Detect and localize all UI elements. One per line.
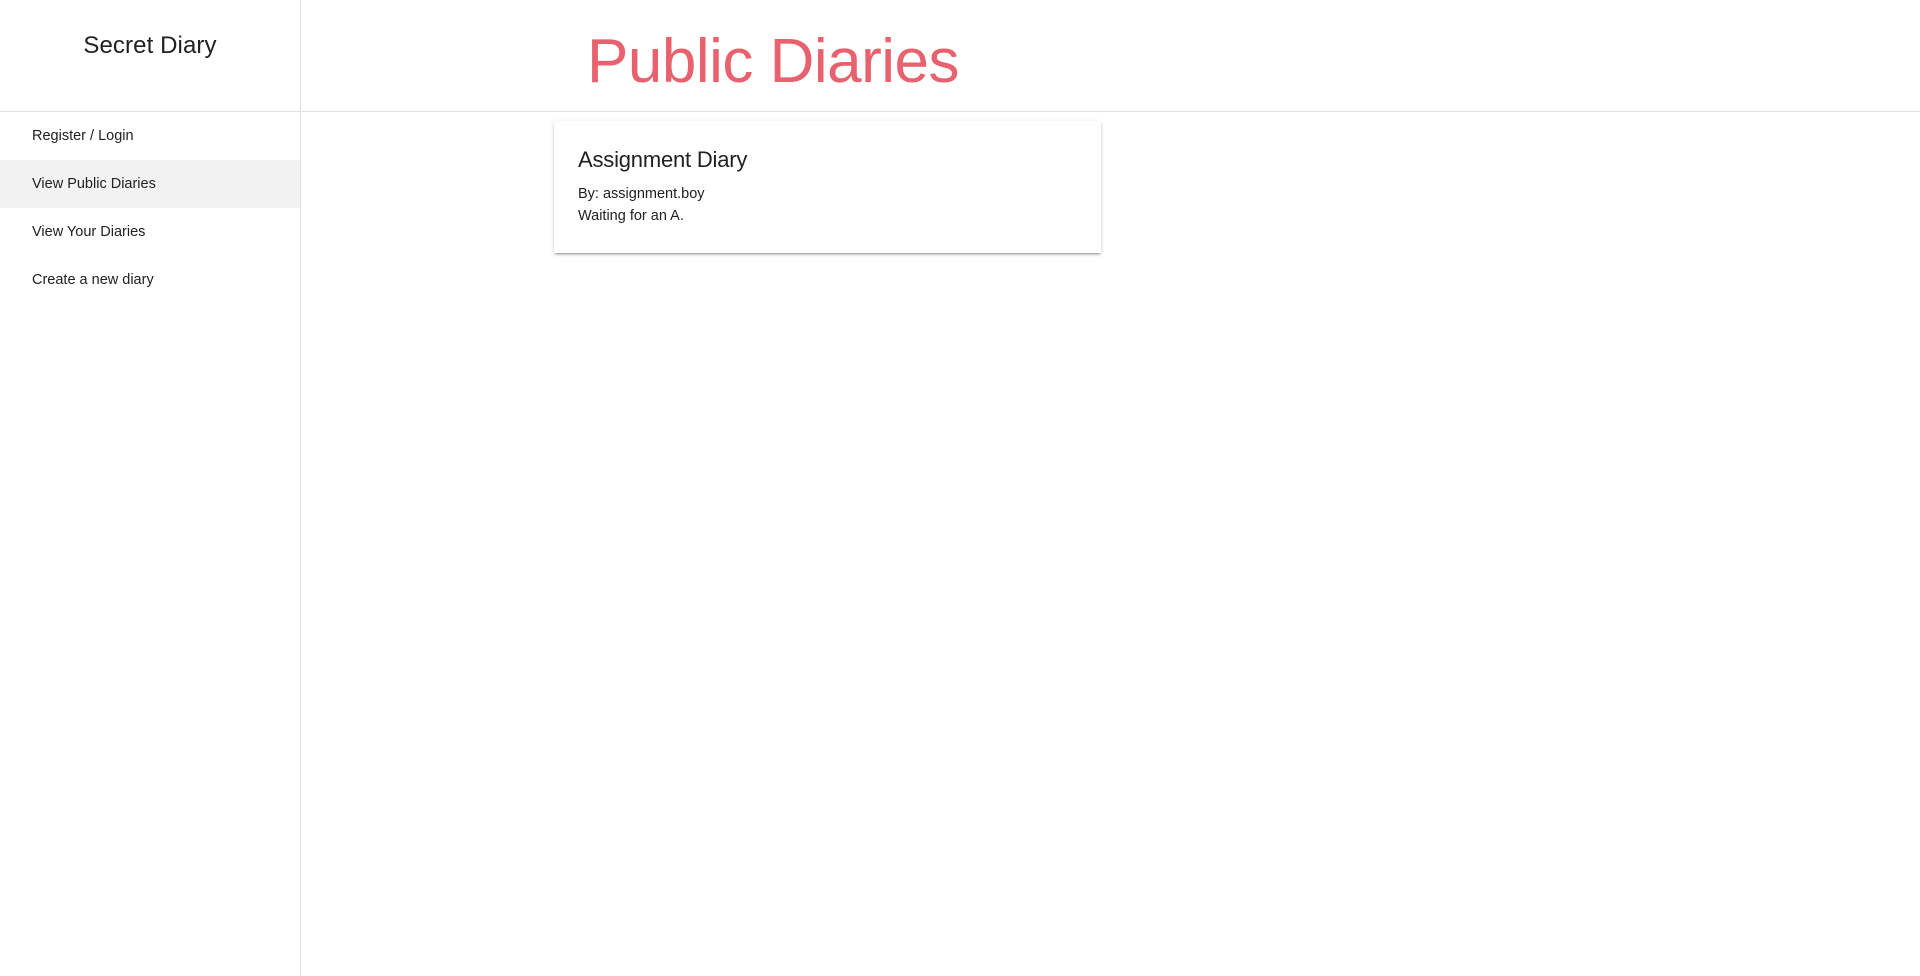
page-header: Public Diaries (302, 0, 1920, 112)
diary-card-title: Assignment Diary (578, 147, 748, 172)
main-content: Public Diaries Assignment Diary By: assi… (302, 0, 1920, 976)
sidebar-item-label: Create a new diary (32, 272, 154, 288)
sidebar-item-create-new-diary[interactable]: Create a new diary (0, 256, 300, 304)
sidebar-item-label: Register / Login (32, 128, 134, 144)
app-root: Secret Diary Register / Login View Publi… (0, 0, 1920, 976)
diary-card-description: Waiting for an A. (578, 208, 684, 224)
page-title: Public Diaries (587, 27, 960, 96)
diary-card[interactable]: Assignment Diary By: assignment.boy Wait… (554, 121, 1101, 253)
sidebar: Secret Diary Register / Login View Publi… (0, 0, 301, 976)
sidebar-item-view-your-diaries[interactable]: View Your Diaries (0, 208, 300, 256)
sidebar-item-view-public-diaries[interactable]: View Public Diaries (0, 160, 300, 208)
diary-card-author: By: assignment.boy (578, 186, 705, 202)
sidebar-item-register-login[interactable]: Register / Login (0, 112, 300, 160)
brand-title[interactable]: Secret Diary (83, 32, 216, 111)
sidebar-header: Secret Diary (0, 0, 300, 112)
sidebar-item-label: View Your Diaries (32, 224, 146, 240)
sidebar-nav: Register / Login View Public Diaries Vie… (0, 112, 300, 304)
sidebar-item-label: View Public Diaries (32, 176, 156, 192)
